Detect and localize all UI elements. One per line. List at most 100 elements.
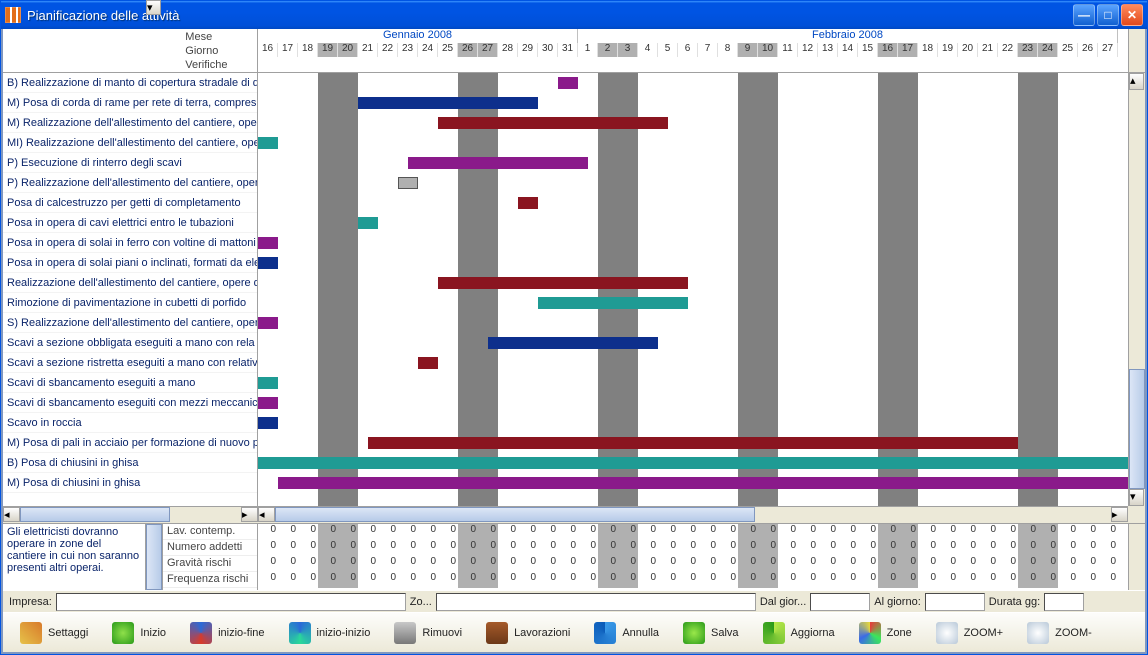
stat-cell: 0 — [338, 556, 358, 572]
stat-cell: 0 — [538, 524, 558, 540]
task-row[interactable]: Posa in opera di solai piani o inclinati… — [3, 253, 257, 273]
scroll-up-button[interactable]: ▴ — [1129, 73, 1144, 90]
stat-cell: 0 — [958, 572, 978, 588]
scroll-right-icon[interactable]: ▸ — [1111, 507, 1128, 522]
salva-button[interactable]: Salva — [672, 617, 750, 649]
settaggi-button[interactable]: Settaggi — [9, 617, 99, 649]
stat-cell: 0 — [818, 540, 838, 556]
timeline-header: Mese Giorno Verifiche Gennaio 2008Febbra… — [3, 29, 1145, 73]
vertical-scroll-thumb[interactable] — [1129, 369, 1145, 489]
stat-cell: 0 — [818, 572, 838, 588]
day-cell: 10 — [758, 43, 778, 57]
task-row[interactable]: Scavi di sbancamento eseguiti con mezzi … — [3, 393, 257, 413]
zone-button[interactable]: Zone — [848, 617, 923, 649]
scroll-right-icon[interactable]: ▸ — [241, 507, 258, 522]
gantt-bar[interactable] — [558, 77, 578, 89]
stat-cell: 0 — [978, 524, 998, 540]
scroll-left-icon[interactable]: ◂ — [258, 507, 275, 522]
task-row[interactable]: Scavi a sezione ristretta eseguiti a man… — [3, 353, 257, 373]
task-row[interactable]: B) Posa di chiusini in ghisa — [3, 453, 257, 473]
task-row[interactable]: P) Realizzazione dell'allestimento del c… — [3, 173, 257, 193]
task-row[interactable]: Posa di calcestruzzo per getti di comple… — [3, 193, 257, 213]
gantt-bar[interactable] — [258, 457, 1128, 469]
gantt-bar[interactable] — [438, 117, 668, 129]
inizio-button[interactable]: Inizio — [101, 617, 177, 649]
gantt-bar[interactable] — [258, 377, 278, 389]
zoomplus-button[interactable]: ZOOM+ — [925, 617, 1014, 649]
stat-cell: 0 — [798, 540, 818, 556]
task-hscroll-thumb[interactable] — [20, 507, 170, 522]
vertical-scrollbar[interactable]: ▴ ▾ — [1128, 73, 1145, 506]
inizio-fine-button[interactable]: inizio-fine — [179, 617, 275, 649]
task-row[interactable]: Scavo in roccia — [3, 413, 257, 433]
rimuovi-button[interactable]: Rimuovi — [383, 617, 473, 649]
task-row[interactable]: P) Esecuzione di rinterro degli scavi — [3, 153, 257, 173]
gantt-bar[interactable] — [358, 217, 378, 229]
task-row[interactable]: M) Posa di pali in acciaio per formazion… — [3, 433, 257, 453]
task-row[interactable]: M) Realizzazione dell'allestimento del c… — [3, 113, 257, 133]
gantt-bar[interactable] — [258, 397, 278, 409]
gantt-bar[interactable] — [368, 437, 1018, 449]
zoomminus-icon — [1027, 622, 1049, 644]
stat-cell: 0 — [1038, 540, 1058, 556]
gantt-bar[interactable] — [518, 197, 538, 209]
task-row[interactable]: Scavi a sezione obbligata eseguiti a man… — [3, 333, 257, 353]
stat-cell: 0 — [778, 556, 798, 572]
task-hscroll[interactable]: ◂ ▸ — [3, 506, 258, 523]
minimize-button[interactable]: — — [1073, 4, 1095, 26]
gantt-bar[interactable] — [258, 257, 278, 269]
stat-label: Numero addetti — [163, 540, 257, 556]
stat-cell: 0 — [1058, 572, 1078, 588]
stat-cell: 0 — [1018, 524, 1038, 540]
chart-hscroll-thumb[interactable] — [275, 507, 755, 522]
task-row[interactable]: MI) Realizzazione dell'allestimento del … — [3, 133, 257, 153]
stat-cell: 0 — [418, 524, 438, 540]
durata-field[interactable] — [1044, 593, 1084, 611]
stat-cell: 0 — [1058, 524, 1078, 540]
gantt-bar[interactable] — [408, 157, 588, 169]
gantt-bar[interactable] — [278, 477, 1128, 489]
impresa-field[interactable] — [56, 593, 406, 611]
gantt-chart[interactable] — [258, 73, 1128, 506]
close-button[interactable]: ✕ — [1121, 4, 1143, 26]
task-row[interactable]: Rimozione di pavimentazione in cubetti d… — [3, 293, 257, 313]
task-row[interactable]: Posa in opera di solai in ferro con volt… — [3, 233, 257, 253]
task-row[interactable]: M) Posa di chiusini in ghisa — [3, 473, 257, 493]
maximize-button[interactable]: □ — [1097, 4, 1119, 26]
gantt-bar[interactable] — [258, 237, 278, 249]
gantt-bar[interactable] — [258, 137, 278, 149]
lavorazioni-button[interactable]: Lavorazioni — [475, 617, 581, 649]
scroll-down-button[interactable]: ▾ — [1129, 489, 1144, 506]
gantt-bar[interactable] — [398, 177, 418, 189]
stat-cell: 0 — [898, 540, 918, 556]
scroll-left-icon[interactable]: ◂ — [3, 507, 20, 522]
stat-cell: 0 — [378, 556, 398, 572]
aggiorna-button[interactable]: Aggiorna — [752, 617, 846, 649]
task-row[interactable]: Posa in opera di cavi elettrici entro le… — [3, 213, 257, 233]
task-list[interactable]: B) Realizzazione di manto di copertura s… — [3, 73, 258, 506]
inizio-inizio-button[interactable]: inizio-inizio — [278, 617, 382, 649]
chart-hscroll[interactable]: ◂ ▸ — [258, 506, 1128, 523]
note-scrollbar[interactable]: ▴ ▾ — [145, 524, 162, 590]
task-row[interactable]: B) Realizzazione di manto di copertura s… — [3, 73, 257, 93]
stat-cell: 0 — [938, 572, 958, 588]
gantt-bar[interactable] — [358, 97, 538, 109]
gantt-bar[interactable] — [488, 337, 658, 349]
stat-cell: 0 — [738, 556, 758, 572]
zone-icon — [859, 622, 881, 644]
gantt-bar[interactable] — [538, 297, 688, 309]
task-row[interactable]: S) Realizzazione dell'allestimento del c… — [3, 313, 257, 333]
gantt-bar[interactable] — [258, 317, 278, 329]
task-row[interactable]: M) Posa di corda di rame per rete di ter… — [3, 93, 257, 113]
stat-cell: 0 — [518, 572, 538, 588]
algiorno-field[interactable] — [925, 593, 985, 611]
zone-field[interactable] — [436, 593, 756, 611]
dalgiorno-field[interactable] — [810, 593, 870, 611]
task-row[interactable]: Realizzazione dell'allestimento del cant… — [3, 273, 257, 293]
gantt-bar[interactable] — [418, 357, 438, 369]
annulla-button[interactable]: Annulla — [583, 617, 670, 649]
zoomminus-button[interactable]: ZOOM- — [1016, 617, 1103, 649]
gantt-bar[interactable] — [438, 277, 688, 289]
gantt-bar[interactable] — [258, 417, 278, 429]
task-row[interactable]: Scavi di sbancamento eseguiti a mano — [3, 373, 257, 393]
